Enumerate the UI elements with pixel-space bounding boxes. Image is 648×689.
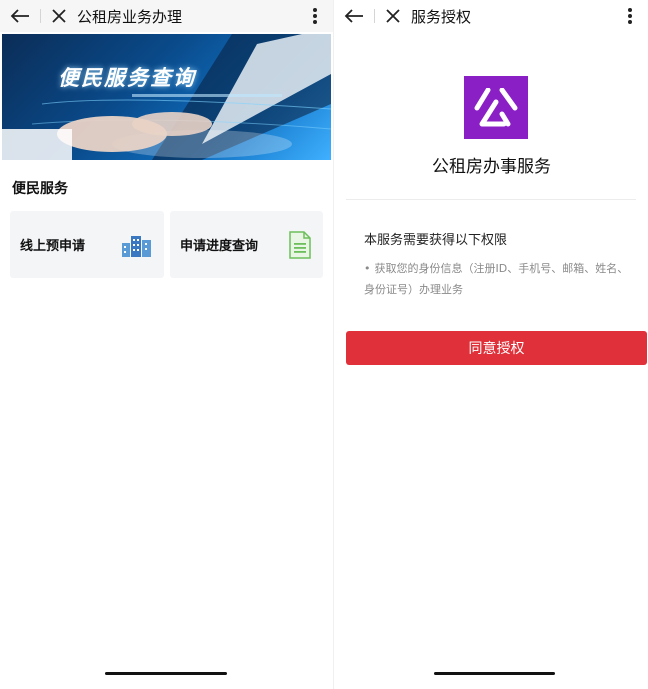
more-options-icon[interactable] [618, 0, 642, 32]
agree-authorize-button[interactable]: 同意授权 [346, 331, 647, 365]
app-name: 公租房办事服务 [432, 157, 551, 177]
left-top-bar: 公租房业务办理 [0, 0, 333, 32]
left-screen: 公租房业务办理 便民服务查询 便民服务 线上预申请 申请进度查询 [0, 0, 333, 689]
right-top-bar: 服务授权 [334, 0, 648, 32]
divider [346, 199, 636, 200]
buildings-icon [122, 233, 152, 257]
home-indicator[interactable] [105, 672, 227, 675]
close-icon[interactable] [375, 0, 411, 32]
right-screen: 服务授权 公租房办事服务 本服务需要获得以下权限 • 获取您的身份信息（注册ID、… [333, 0, 648, 689]
permission-text: 获取您的身份信息（注册ID、手机号、邮箱、姓名、身份证号）办理业务 [364, 262, 629, 296]
permission-title: 本服务需要获得以下权限 [364, 233, 508, 248]
app-logo-icon [464, 76, 528, 139]
card-label: 申请进度查询 [180, 239, 259, 254]
page-title: 公租房业务办理 [77, 7, 183, 26]
section-title: 便民服务 [12, 181, 68, 197]
close-icon[interactable] [41, 0, 77, 32]
card-label: 线上预申请 [20, 239, 86, 254]
permission-item: • 获取您的身份信息（注册ID、手机号、邮箱、姓名、身份证号）办理业务 [364, 258, 639, 300]
online-pre-apply-card[interactable]: 线上预申请 [10, 211, 164, 278]
document-icon [289, 230, 311, 259]
bullet: • [364, 262, 371, 275]
progress-query-card[interactable]: 申请进度查询 [170, 211, 323, 278]
banner-title: 便民服务查询 [58, 66, 196, 90]
back-arrow-icon[interactable] [334, 0, 374, 32]
page-title: 服务授权 [411, 7, 472, 26]
back-arrow-icon[interactable] [0, 0, 40, 32]
banner-image[interactable]: 便民服务查询 [2, 34, 331, 160]
home-indicator[interactable] [434, 672, 555, 675]
more-options-icon[interactable] [303, 0, 327, 32]
